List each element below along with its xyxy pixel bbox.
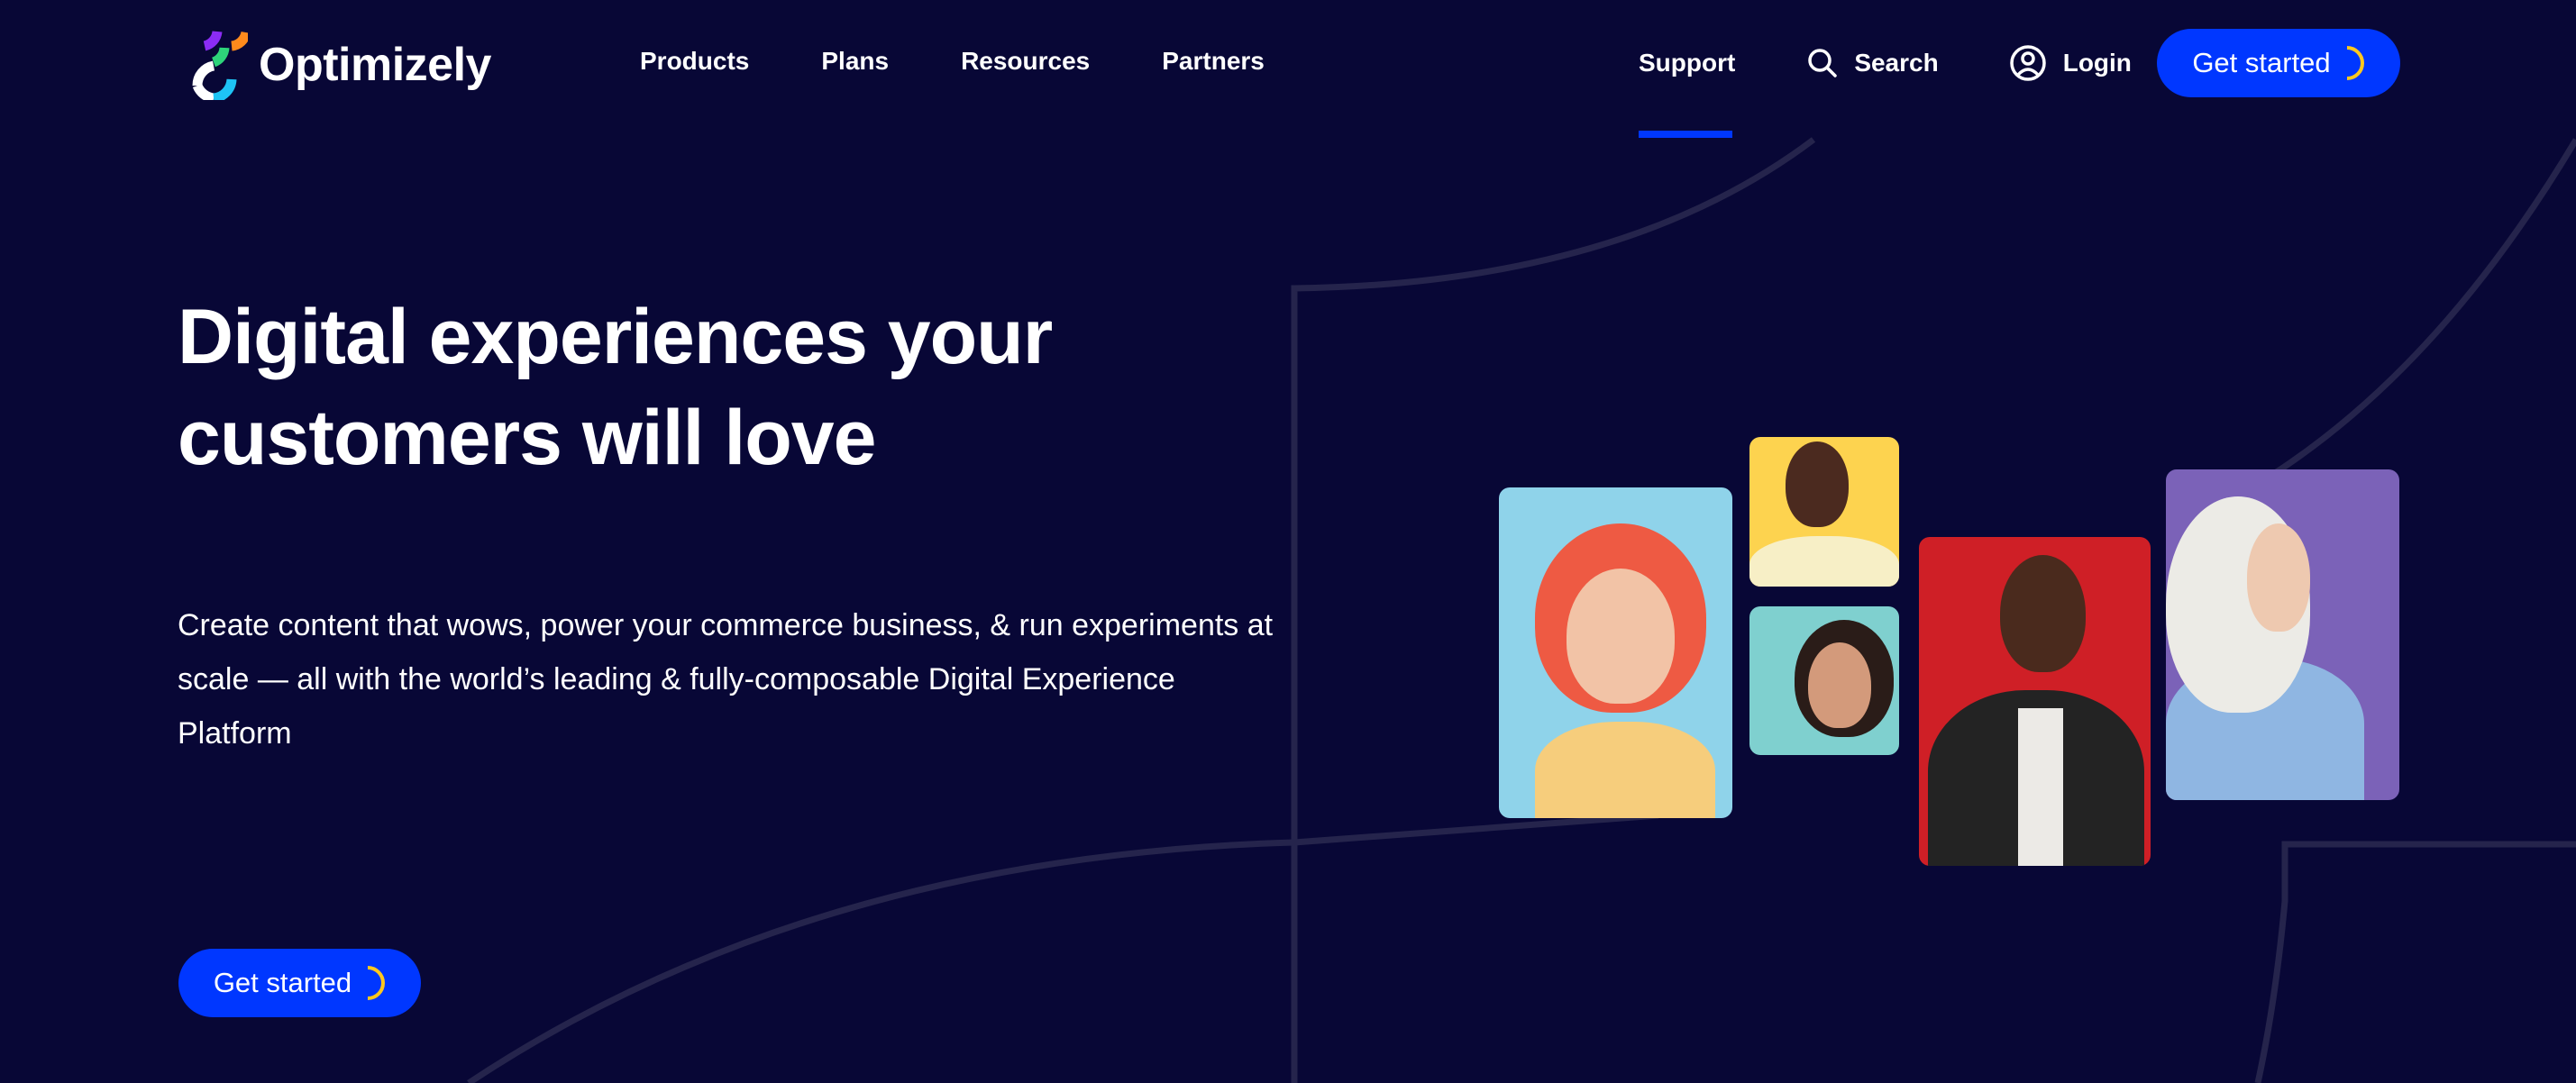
arc-icon [2346, 46, 2364, 80]
search-icon [1808, 49, 1838, 77]
nav-item-plans[interactable]: Plans [821, 47, 889, 76]
nav-item-products[interactable]: Products [640, 47, 749, 76]
login-button[interactable]: Login [2009, 44, 2132, 82]
active-nav-indicator [1639, 131, 1732, 138]
optimizely-logo[interactable]: Optimizely [178, 30, 491, 100]
utility-nav: Support Search Login [1639, 29, 2132, 97]
photo-woman-laughing-yellow [1749, 437, 1899, 587]
hero-title: Digital experiences your customers will … [178, 287, 1349, 488]
photo-woman-hijab-purple [2166, 469, 2399, 800]
optimizely-logo-icon [192, 31, 248, 100]
photo-woman-smiling-teal [1749, 606, 1899, 755]
hero-get-started-button[interactable]: Get started [178, 949, 421, 1017]
search-label: Search [1854, 49, 1939, 77]
primary-nav: Products Plans Resources Partners [640, 47, 1337, 76]
hero-title-line-1: Digital experiences your [178, 294, 1053, 380]
hero-subtitle: Create content that wows, power your com… [178, 608, 1274, 751]
header-get-started-button[interactable]: Get started [2157, 29, 2400, 97]
get-started-label: Get started [213, 967, 352, 998]
search-button[interactable]: Search [1807, 48, 1939, 78]
photo-man-laughing-red [1919, 537, 2151, 866]
brand-name: Optimizely [259, 39, 491, 91]
get-started-label: Get started [2192, 47, 2331, 78]
arc-icon [368, 966, 386, 1000]
login-label: Login [2062, 49, 2132, 77]
nav-item-resources[interactable]: Resources [961, 47, 1090, 76]
nav-item-support[interactable]: Support [1639, 49, 1735, 77]
hero-title-line-2: customers will love [178, 395, 876, 481]
user-icon [2009, 45, 2046, 81]
photo-woman-red-hair [1499, 487, 1732, 818]
nav-item-partners[interactable]: Partners [1162, 47, 1265, 76]
